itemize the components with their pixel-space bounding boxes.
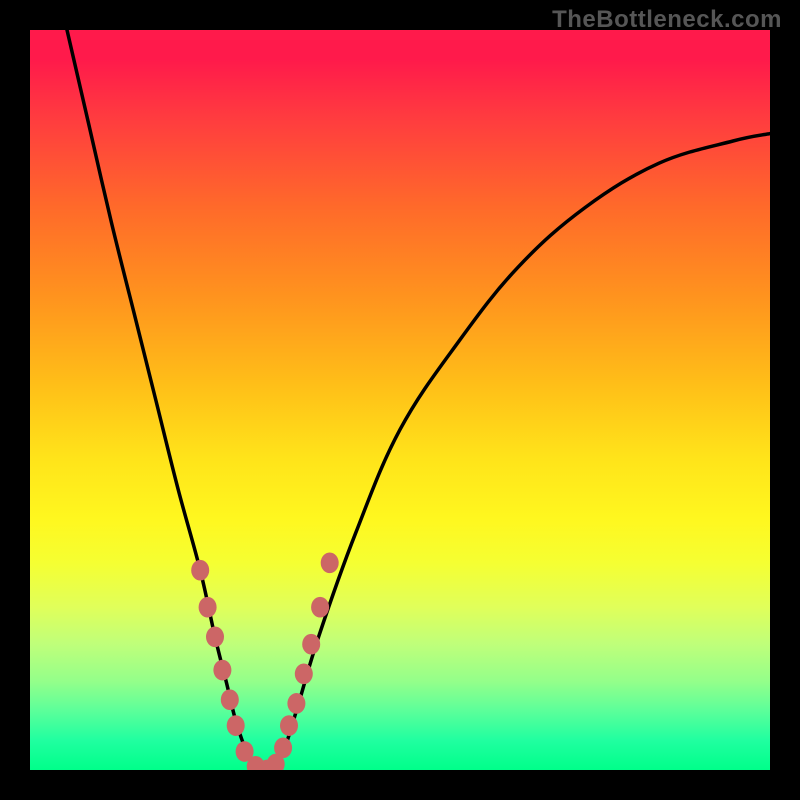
dot [213,660,231,681]
plot-area [30,30,770,770]
curve-left-branch [67,30,267,770]
dot [287,693,305,714]
dot [302,634,320,655]
highlighted-dots [191,552,339,770]
dot [199,597,217,618]
dot [280,715,298,736]
curve-right-branch [267,134,770,770]
watermark-label: TheBottleneck.com [552,6,782,34]
dot [221,689,239,710]
chart-svg [30,30,770,770]
dot [321,552,339,573]
dot [191,560,209,581]
dot [311,597,329,618]
dot [274,737,292,758]
chart-frame: TheBottleneck.com [0,0,800,800]
dot [206,626,224,647]
dot [227,715,245,736]
dot [295,663,313,684]
